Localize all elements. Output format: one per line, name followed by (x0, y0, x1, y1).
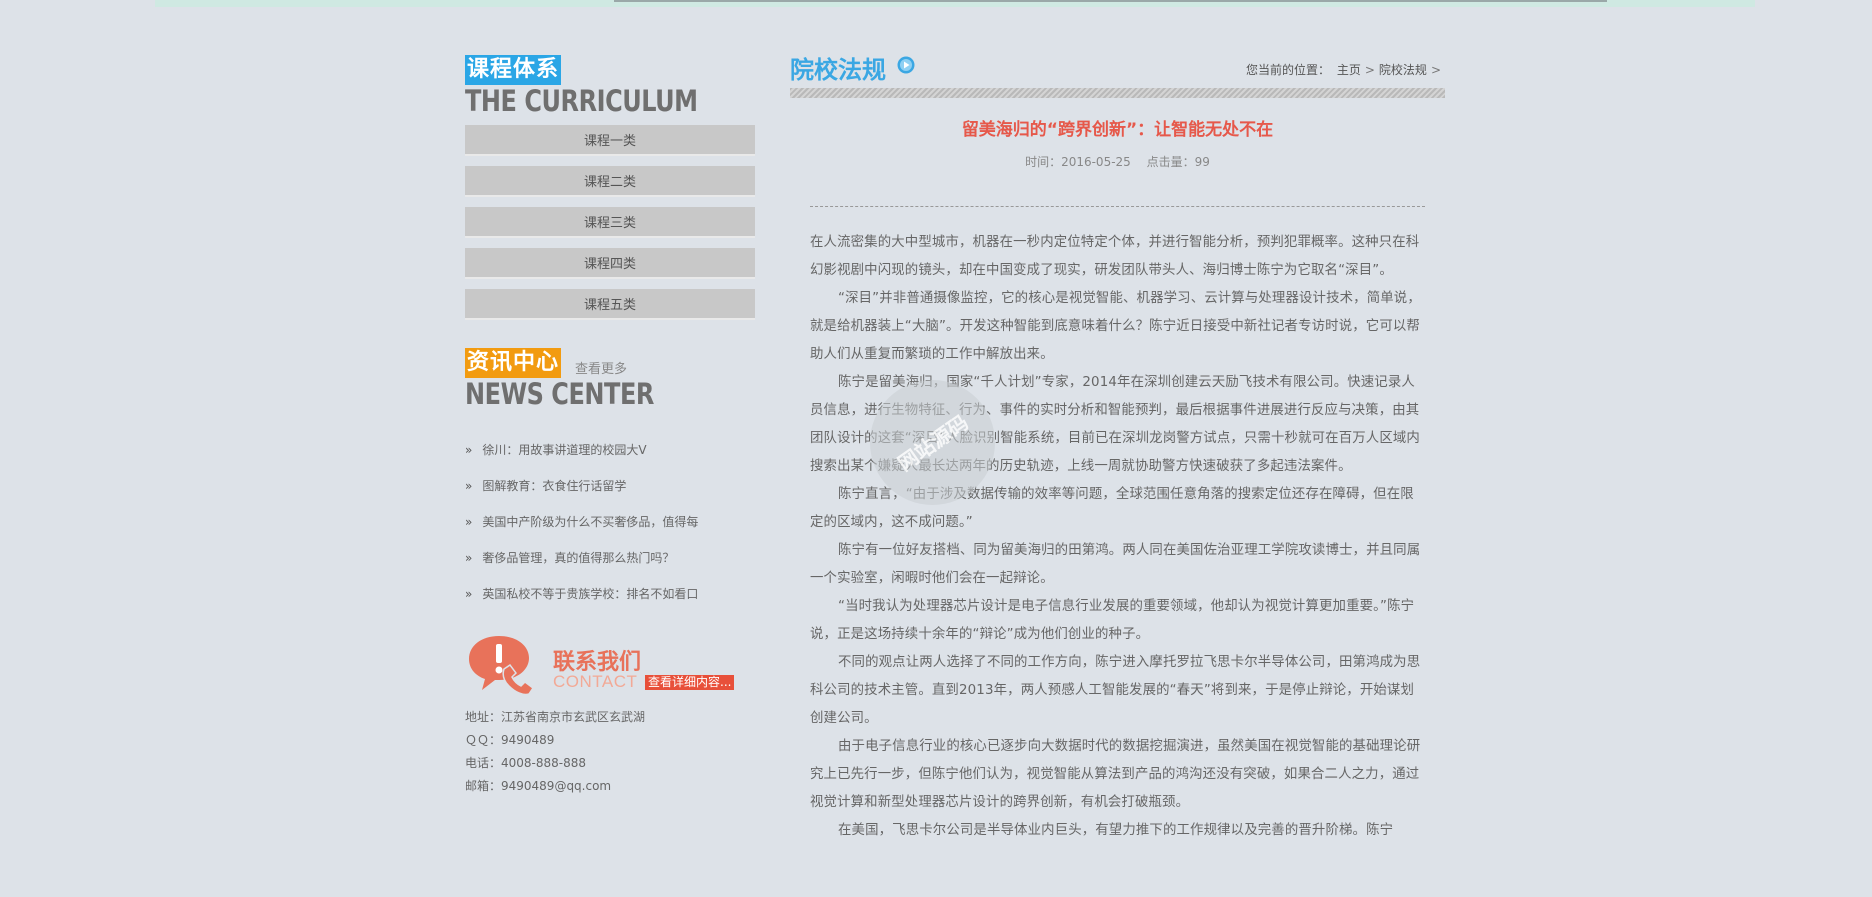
news-list-item[interactable]: » 图解教育：衣食住行话留学 (465, 468, 755, 504)
news-item-label: 奢侈品管理，真的值得那么热门吗？ (482, 551, 675, 565)
article-title: 留美海归的“跨界创新”：让智能无处不在 (961, 120, 1274, 140)
watermark-seal: 网站源码 (870, 380, 995, 505)
contact-address: 地址：江苏省南京市玄武区玄武湖 (465, 710, 646, 724)
double-chevron-right-icon: » (465, 443, 473, 457)
news-header: 资讯中心 查看更多 NEWS CENTER (465, 348, 755, 410)
watermark-text: 网站源码 (892, 409, 973, 476)
breadcrumb-home[interactable]: 主页 (1337, 63, 1361, 77)
breadcrumb: 您当前的位置： 主页 > 院校法规 > (1246, 61, 1445, 78)
article-paragraph: 陈宁有一位好友搭档、同为留美海归的田第鸿。两人同在美国佐治亚理工学院攻读博士，并… (810, 543, 1421, 586)
article-paragraph: “当时我认为处理器芯片设计是电子信息行业发展的重要领域，他却认为视觉计算更加重要… (810, 599, 1415, 642)
article-body: 在人流密集的大中型城市，机器在一秒内定位特定个体，并进行智能分析，预判犯罪概率。… (790, 207, 1445, 845)
sidebar: 课程体系 THE CURRICULUM 课程一类 课程二类 课程三类 课程四类 … (465, 55, 755, 798)
course-item[interactable]: 课程三类 (465, 207, 755, 238)
phone-speech-icon (469, 636, 535, 696)
news-item-label: 美国中产阶级为什么不买奢侈品，值得每 (482, 515, 699, 529)
double-chevron-right-icon: » (465, 587, 473, 601)
article-date: 时间：2016-05-25 (1025, 155, 1131, 169)
news-list-item[interactable]: » 奢侈品管理，真的值得那么热门吗？ (465, 540, 755, 576)
contact-email: 邮箱：9490489@qq.com (465, 779, 612, 793)
news-title-cn: 资讯中心 (465, 348, 562, 378)
article-paragraph: 由于电子信息行业的核心已逐步向大数据时代的数据挖掘演进，虽然美国在视觉智能的基础… (810, 739, 1421, 810)
article-paragraph: “深目”并非普通摄像监控，它的核心是视觉智能、机器学习、云计算与处理器设计技术，… (810, 291, 1421, 362)
double-chevron-right-icon: » (465, 551, 473, 565)
course-list: 课程一类 课程二类 课程三类 课程四类 课程五类 (465, 125, 755, 320)
course-item[interactable]: 课程四类 (465, 248, 755, 279)
news-list: » 徐川：用故事讲道理的校园大V » 图解教育：衣食住行话留学 » 美国中产阶级为什么… (465, 432, 755, 612)
news-more-link[interactable]: 查看更多 (575, 358, 627, 377)
contact-header: 联系我们 CONTACT 查看详细内容... (465, 632, 755, 704)
contact-title-en: CONTACT (553, 672, 638, 691)
news-item-label: 图解教育：衣食住行话留学 (482, 479, 627, 493)
page-title: 院校法规 (790, 56, 886, 84)
chevron-right-icon: > (1430, 63, 1441, 77)
main-header: 院校法规 您当前的位置： 主页 > 院校法规 > (790, 55, 1445, 87)
play-circle-icon (897, 56, 915, 74)
curriculum-title-en: THE CURRICULUM (465, 84, 698, 118)
top-banner-line (614, 0, 1607, 2)
article-paragraph: 在美国，飞思卡尔公司是半导体业内巨头，有望力推下的工作规律以及完善的晋升阶梯。陈… (838, 823, 1394, 838)
curriculum-title-cn: 课程体系 (465, 55, 562, 85)
news-list-item[interactable]: » 英国私校不等于贵族学校：排名不如看口 (465, 576, 755, 612)
top-banner-strip (155, 0, 1755, 7)
curriculum-header: 课程体系 THE CURRICULUM (465, 55, 755, 117)
contact-qq: ＱＱ：9490489 (465, 733, 555, 747)
chevron-right-icon: > (1364, 63, 1375, 77)
news-title-en: NEWS CENTER (465, 377, 654, 411)
news-item-label: 英国私校不等于贵族学校：排名不如看口 (482, 587, 699, 601)
contact-details-link[interactable]: 查看详细内容... (645, 675, 735, 690)
breadcrumb-current[interactable]: 院校法规 (1379, 63, 1427, 77)
news-list-item[interactable]: » 美国中产阶级为什么不买奢侈品，值得每 (465, 504, 755, 540)
double-chevron-right-icon: » (465, 479, 473, 493)
article-hits: 点击量：99 (1146, 155, 1210, 169)
article-meta: 时间：2016-05-25 点击量：99 (790, 153, 1445, 170)
contact-info: 地址：江苏省南京市玄武区玄武湖 ＱＱ：9490489 电话：4008-888-8… (465, 706, 755, 798)
breadcrumb-prefix: 您当前的位置： (1246, 63, 1331, 77)
contact-phone: 电话：4008-888-888 (465, 756, 587, 770)
news-list-item[interactable]: » 徐川：用故事讲道理的校园大V (465, 432, 755, 468)
article-paragraph: 在人流密集的大中型城市，机器在一秒内定位特定个体，并进行智能分析，预判犯罪概率。… (810, 235, 1420, 278)
course-item[interactable]: 课程一类 (465, 125, 755, 156)
double-chevron-right-icon: » (465, 515, 473, 529)
course-item[interactable]: 课程五类 (465, 289, 755, 320)
news-item-label: 徐川：用故事讲道理的校园大V (482, 443, 647, 457)
course-item[interactable]: 课程二类 (465, 166, 755, 197)
article-paragraph: 不同的观点让两人选择了不同的工作方向，陈宁进入摩托罗拉飞思卡尔半导体公司，田第鸿… (810, 655, 1421, 726)
hatched-divider (790, 88, 1445, 98)
